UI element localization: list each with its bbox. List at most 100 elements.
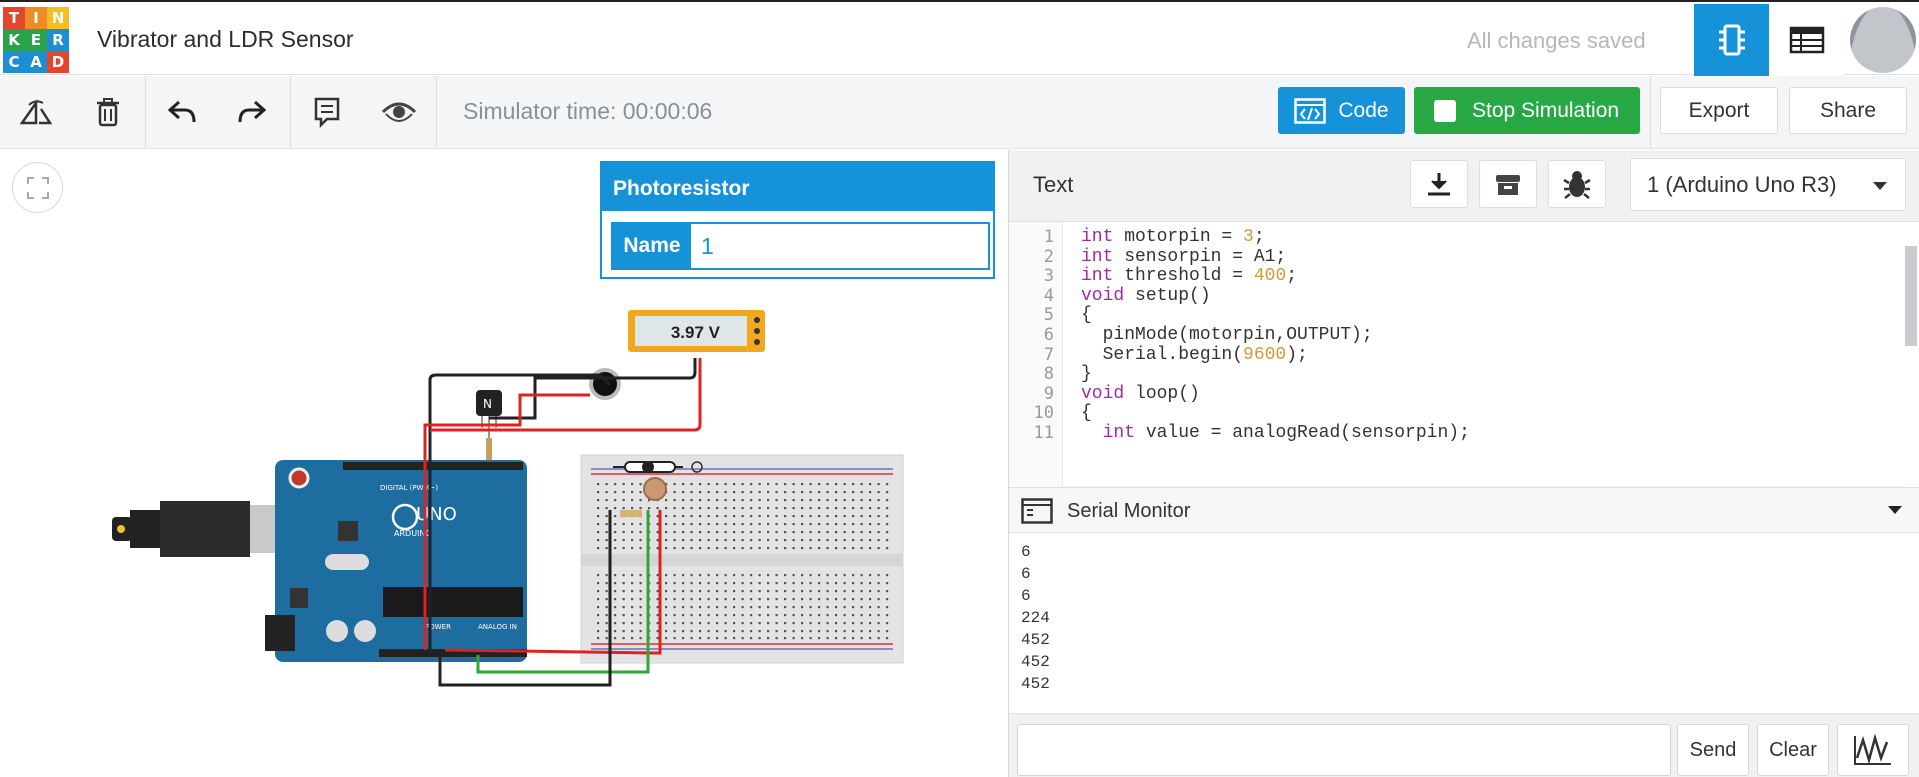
serial-input-field[interactable] [1017,724,1671,776]
toolbar-separator [145,76,146,149]
redo-icon[interactable] [230,90,274,134]
code-line: void loop() [1081,383,1200,404]
line-number: 2 [1043,246,1054,267]
component-list-button[interactable] [1769,4,1844,76]
serial-output-line: 452 [1021,631,1050,649]
toolbar: Simulator time: 00:00:06 Code Stop Simul… [0,76,1919,149]
line-number-gutter: 1 2 3 4 5 6 7 8 9 10 11 [1009,222,1063,487]
save-status: All changes saved [1467,28,1646,53]
svg-text:ANALOG IN: ANALOG IN [478,623,517,631]
code-line: int motorpin = 3; [1081,227,1265,247]
bug-icon [1563,171,1591,199]
device-select-value: 1 (Arduino Uno R3) [1647,171,1837,197]
simulator-time: Simulator time: 00:00:06 [463,98,713,124]
stop-icon [1434,99,1456,122]
stop-simulation-button[interactable]: Stop Simulation [1414,87,1640,134]
code-scrollbar[interactable] [1902,222,1919,487]
debugger-button[interactable] [1548,160,1606,208]
device-select[interactable]: 1 (Arduino Uno R3) [1630,158,1906,211]
logo-letter: T [3,7,25,29]
code-panel-header: Text 1 (Arduino Uno R3) [1009,150,1919,220]
line-number: 1 [1043,227,1054,247]
code-line: int sensorpin = A1; [1081,246,1287,267]
line-number: 11 [1033,423,1054,443]
circuit-view-icon [1718,24,1745,56]
notes-icon[interactable] [305,90,349,134]
code-line: { [1081,403,1092,424]
project-title[interactable]: Vibrator and LDR Sensor [97,26,354,53]
code-button-label: Code [1338,98,1389,122]
graph-icon [1854,734,1891,765]
serial-output-line: 224 [1021,609,1050,627]
logo-letter: C [3,51,25,73]
export-button[interactable]: Export [1660,87,1778,134]
logo-letter: K [3,29,25,51]
breadboard [580,454,904,664]
share-button[interactable]: Share [1789,87,1907,134]
serial-input-bar: Send Clear [1009,713,1919,777]
code-line: int threshold = 400; [1081,266,1298,287]
trash-icon[interactable] [86,90,130,134]
code-line: int value = analogRead(sensorpin); [1081,423,1470,443]
chevron-down-icon [1873,182,1887,190]
inspector-name-field[interactable]: 1 [691,224,988,268]
inspector-title: Photoresistor [602,163,993,211]
serial-output-line: 452 [1021,675,1050,693]
logo-letter: E [25,29,47,51]
code-mode-label[interactable]: Text [1033,172,1073,198]
download-button[interactable] [1410,160,1468,208]
code-button[interactable]: Code [1278,87,1405,134]
inspector-name-row: Name 1 [611,222,990,270]
toolbar-separator [436,76,437,149]
component-list-icon [1789,26,1824,54]
line-number: 9 [1043,383,1054,404]
inspector-name-label: Name [613,224,691,268]
multimeter: 3.97 V [628,310,765,352]
serial-output-line: 6 [1021,543,1031,561]
circuit-canvas[interactable]: UNO DIGITAL (PWM~) ARDUINO POWER ANALOG … [0,150,1008,777]
svg-text:N: N [483,397,492,411]
stop-simulation-label: Stop Simulation [1472,98,1620,122]
serial-output-line: 6 [1021,587,1031,605]
download-icon [1428,173,1450,196]
tinkercad-logo[interactable]: TINKERCAD [3,7,69,73]
undo-icon[interactable] [160,90,204,134]
serial-monitor-icon [1021,498,1053,524]
clear-button[interactable]: Clear [1757,724,1829,776]
svg-text:3.97 V: 3.97 V [671,323,721,342]
logo-letter: D [47,51,69,73]
code-line: { [1081,305,1092,326]
component-inspector: Photoresistor Name 1 [600,161,995,279]
line-number: 3 [1043,266,1054,287]
line-number: 10 [1033,403,1054,424]
serial-monitor-header[interactable]: Serial Monitor [1009,487,1919,533]
code-editor[interactable]: 1 2 3 4 5 6 7 8 9 10 11 int motorpin = 3; int senso… [1009,221,1919,487]
collapse-chevron-icon[interactable] [1888,506,1902,515]
svg-text:UNO: UNO [416,504,457,525]
toolbar-separator [1650,76,1651,149]
scrollbar-thumb[interactable] [1905,246,1917,346]
rotate-icon[interactable] [14,90,58,134]
logo-letter: A [25,51,47,73]
serial-output-line: 452 [1021,653,1050,671]
line-number: 8 [1043,364,1054,385]
user-avatar-icon[interactable] [1850,7,1916,73]
code-panel: Text 1 (Arduino Uno R3) 1 2 3 4 5 6 7 8 9 10 11 in… [1008,150,1919,777]
serial-scrollbar[interactable] [1902,533,1919,713]
code-line: Serial.begin(9600); [1081,344,1308,365]
logo-letter: R [47,29,69,51]
code-line: pinMode(motorpin,OUTPUT); [1081,325,1373,345]
graph-button[interactable] [1837,724,1909,776]
serial-output-line: 6 [1021,565,1031,583]
visibility-icon[interactable] [377,90,421,134]
line-number: 5 [1043,305,1054,326]
code-editor-icon [1294,97,1327,124]
send-button[interactable]: Send [1677,724,1749,776]
library-button[interactable] [1479,160,1537,208]
line-number: 4 [1043,285,1054,306]
circuit-view-button[interactable] [1694,4,1769,76]
line-number: 7 [1043,344,1054,365]
library-icon [1496,175,1520,195]
code-line: } [1081,364,1092,385]
serial-monitor-output: 6 6 6 224 452 452 452 [1009,533,1919,713]
